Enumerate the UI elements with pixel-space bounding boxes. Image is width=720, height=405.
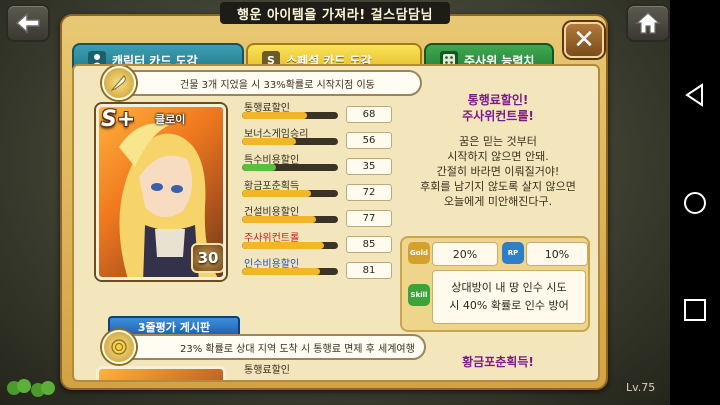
card-effects: Gold 20% RP 10% Skill 상대방이 내 땅 인수 시도 시 4… <box>400 236 590 332</box>
stat-bar-fill <box>242 138 296 145</box>
stat-bar <box>242 112 338 119</box>
game-screen: 캐릭터 카드 도감 S 스페셜 카드 도감 주사위 능력치 ✕ 건물 3개 지었… <box>0 0 670 405</box>
ability-description: 23% 확률로 상대 지역 도착 시 통행료 면제 후 세계여행 <box>114 334 426 360</box>
stat-bar-fill <box>242 242 324 249</box>
stat-row: 보너스게임승리 56 <box>242 126 392 149</box>
gold-bonus: 20% <box>432 242 498 266</box>
stat-bar-fill <box>242 216 316 223</box>
page-title: 행운 아이템을 가져라! 걸스담담님 <box>220 2 450 24</box>
desc-line: 꿈은 믿는 것부터 <box>459 135 537 148</box>
close-icon: ✕ <box>573 25 595 55</box>
stat-bar-fill <box>242 190 312 197</box>
rp-icon: RP <box>502 242 524 264</box>
stat-value: 68 <box>346 106 392 123</box>
nav-back-button[interactable] <box>670 70 720 120</box>
card-collection-panel: 캐릭터 카드 도감 S 스페셜 카드 도감 주사위 능력치 ✕ 건물 3개 지었… <box>60 14 608 390</box>
nav-back-icon <box>685 83 703 107</box>
stat-value: 72 <box>346 184 392 201</box>
stat-bar-fill <box>242 164 276 171</box>
rp-bonus: 10% <box>526 242 588 266</box>
player-level: Lv.75 <box>622 380 660 395</box>
stat-value: 85 <box>346 236 392 253</box>
stat-row: 통행료할인 <box>242 362 392 380</box>
skill-line: 시 40% 확률로 인수 방어 <box>449 299 569 312</box>
card-list[interactable]: 건물 3개 지었을 시 33%확률로 시작지점 이동 S+ 클로이 30 통행료… <box>72 64 600 382</box>
ability-coin-icon <box>102 330 136 364</box>
stat-bar <box>242 242 338 249</box>
close-button[interactable]: ✕ <box>564 22 604 58</box>
home-button[interactable] <box>626 4 670 42</box>
stat-row: 통행료할인 68 <box>242 100 392 123</box>
ability-feather-icon <box>102 66 136 100</box>
stat-bar <box>242 216 338 223</box>
desc-line: 시작하지 않으면 안돼. <box>447 150 549 163</box>
desc-line: 오늘에게 미안해진다구. <box>443 195 553 208</box>
nav-home-button[interactable] <box>670 178 720 228</box>
desc-title: 통행료할인! <box>467 93 529 107</box>
gold-icon: Gold <box>408 242 430 264</box>
stat-bar-fill <box>242 112 308 119</box>
stat-label: 통행료할인 <box>244 365 290 376</box>
card-name: 클로이 <box>155 113 186 126</box>
ability-description: 건물 3개 지었을 시 33%확률로 시작지점 이동 <box>114 70 422 96</box>
card-entry: 건물 3개 지었을 시 33%확률로 시작지점 이동 S+ 클로이 30 통행료… <box>80 66 596 338</box>
stat-value: 56 <box>346 132 392 149</box>
skill-description: 상대방이 내 땅 인수 시도 시 40% 확률로 인수 방어 <box>432 270 586 324</box>
card-entry: 23% 확률로 상대 지역 도착 시 통행료 면제 후 세계여행 통행료할인 황… <box>80 330 596 380</box>
stat-value: 81 <box>346 262 392 279</box>
skill-line: 상대방이 내 땅 인수 시도 <box>451 281 567 294</box>
nav-recent-apps-button[interactable] <box>670 285 720 335</box>
nav-recent-icon <box>684 299 706 321</box>
stat-bar <box>242 190 338 197</box>
ability-text: 건물 3개 지었을 시 33%확률로 시작지점 이동 <box>180 79 375 91</box>
stat-value: 77 <box>346 210 392 227</box>
skill-icon: Skill <box>408 284 430 306</box>
stat-row: 특수비용할인 35 <box>242 152 392 175</box>
ability-text: 23% 확률로 상대 지역 도착 시 통행료 면제 후 세계여행 <box>180 343 415 355</box>
card-description: 통행료할인! 주사위컨트롤! 꿈은 믿는 것부터 시작하지 않으면 안돼. 간절… <box>400 92 596 332</box>
stat-bar <box>242 138 338 145</box>
card-portrait[interactable]: S+ 클로이 30 <box>96 104 226 280</box>
home-icon <box>635 12 661 34</box>
stat-bar <box>242 268 338 275</box>
nav-home-icon <box>684 192 706 214</box>
stat-row: 건설비용할인 77 <box>242 204 392 227</box>
clover-icon <box>7 379 55 397</box>
desc-title: 황금포춘획득! <box>462 355 534 369</box>
stat-bar <box>242 164 338 171</box>
card-portrait[interactable] <box>96 366 226 380</box>
desc-line: 후회를 남기지 않도록 살지 않으면 <box>420 180 576 193</box>
stat-row: 황금포춘획득 72 <box>242 178 392 201</box>
card-level-badge: 30 <box>191 243 223 273</box>
stat-row: 주사위컨트롤 85 <box>242 230 392 253</box>
stat-bar-fill <box>242 268 320 275</box>
desc-title: 주사위컨트롤! <box>462 109 534 123</box>
stat-value: 35 <box>346 158 392 175</box>
back-button[interactable] <box>6 4 50 42</box>
stat-row: 인수비용할인 81 <box>242 256 392 279</box>
desc-line: 간절히 바라면 이뤄질거야! <box>436 165 560 178</box>
back-arrow-icon <box>15 12 40 34</box>
android-nav-bar <box>670 0 720 405</box>
rank-badge: S+ <box>101 107 136 132</box>
